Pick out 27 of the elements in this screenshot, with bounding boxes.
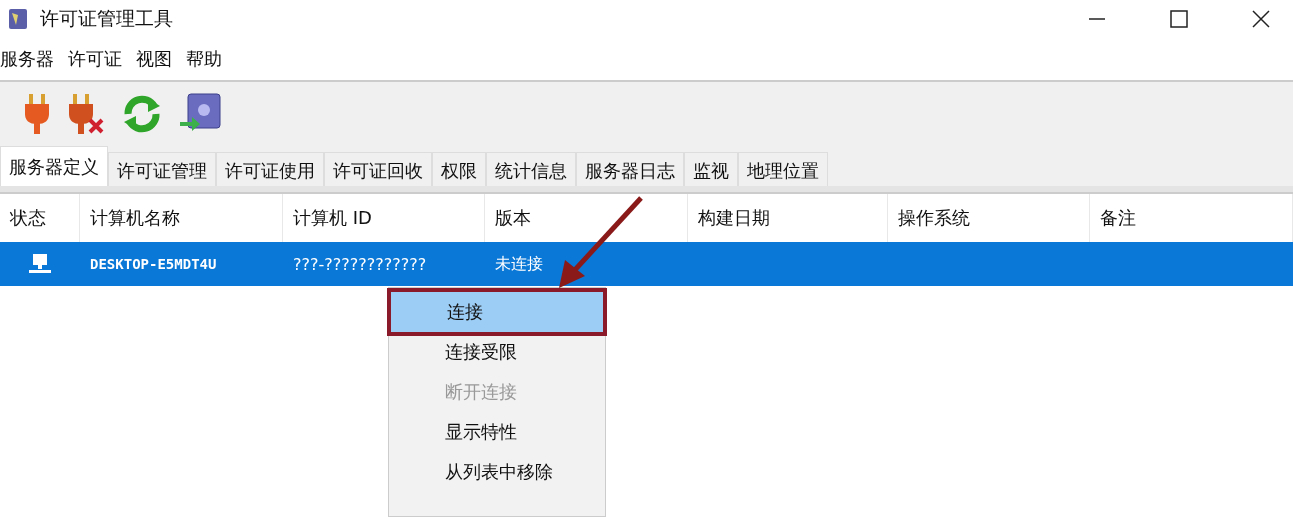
computer-icon xyxy=(28,253,52,275)
tab[interactable]: 服务器定义 xyxy=(0,146,108,186)
close-icon[interactable] xyxy=(1251,9,1271,29)
table-cell: DESKTOP-E5MDT4U xyxy=(90,256,217,272)
tab[interactable]: 统计信息 xyxy=(486,152,576,186)
maximize-icon[interactable] xyxy=(1169,9,1189,29)
window-title: 许可证管理工具 xyxy=(40,6,173,31)
menu-item[interactable]: 许可证 xyxy=(68,47,122,71)
table-cell: ???-???????????? xyxy=(293,254,427,274)
table-cell: 未连接 xyxy=(495,253,543,275)
app-icon xyxy=(6,7,30,31)
plug-delete-icon[interactable] xyxy=(66,92,106,136)
menu-item[interactable]: 帮助 xyxy=(186,47,222,71)
tab[interactable]: 监视 xyxy=(684,152,738,186)
menu-item[interactable]: 从列表中移除 xyxy=(389,452,605,492)
menu-item[interactable]: 视图 xyxy=(136,47,172,71)
table-row[interactable]: DESKTOP-E5MDT4U ???-???????????? 未连接 xyxy=(0,242,1293,286)
menu-item[interactable]: 连接受限 xyxy=(389,332,605,372)
plug-icon[interactable] xyxy=(22,92,52,136)
tab[interactable]: 许可证管理 xyxy=(108,152,216,186)
menu-item[interactable]: 服务器 xyxy=(0,47,54,71)
tab[interactable]: 地理位置 xyxy=(738,152,828,186)
tab[interactable]: 权限 xyxy=(432,152,486,186)
tab[interactable]: 许可证回收 xyxy=(324,152,432,186)
tab[interactable]: 许可证使用 xyxy=(216,152,324,186)
tab[interactable]: 服务器日志 xyxy=(576,152,684,186)
menu-item[interactable]: 显示特性 xyxy=(389,412,605,452)
